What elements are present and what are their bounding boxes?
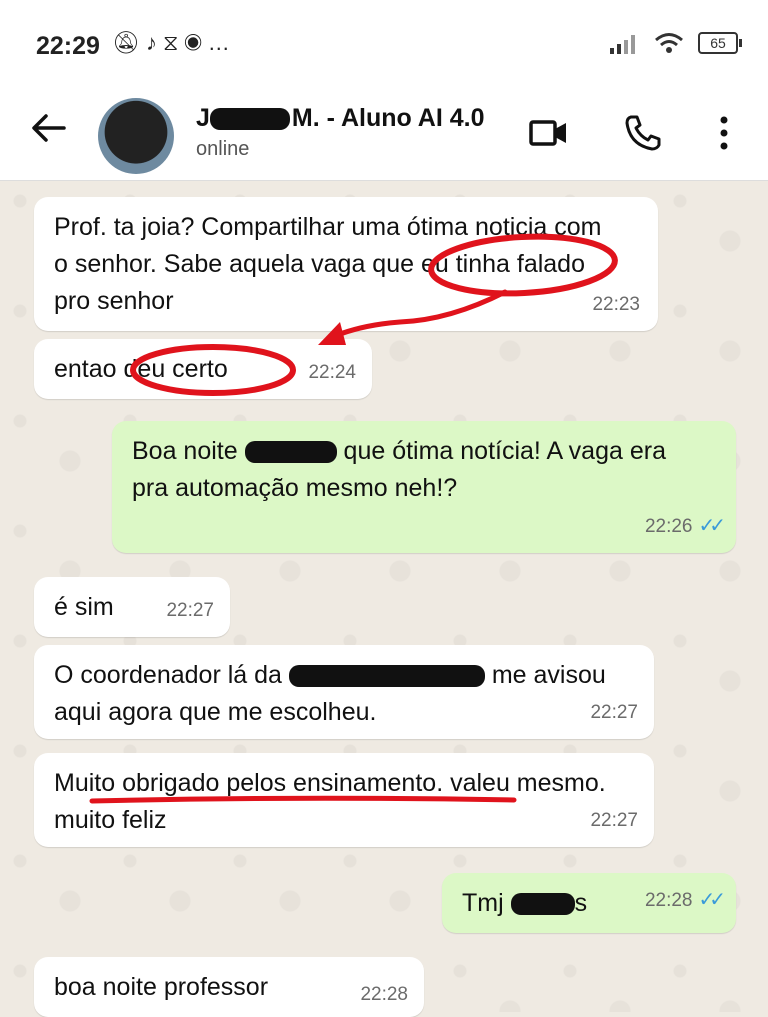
- status-time: 22:29: [36, 32, 100, 60]
- message-text-part: Boa noite: [132, 437, 245, 465]
- contact-name[interactable]: J M. - Aluno AI 4.0: [196, 104, 485, 133]
- voice-call-icon[interactable]: [622, 112, 664, 154]
- message-time: 22:23: [592, 294, 640, 315]
- redaction: [288, 665, 485, 688]
- tiktok-icon: ♪: [145, 30, 163, 55]
- redaction: [510, 893, 575, 916]
- message-text-part: Tmj: [462, 889, 511, 917]
- read-ticks-icon: ✓✓: [698, 889, 725, 911]
- message-outgoing[interactable]: Boa noite que ótima notícia! A vaga era …: [112, 421, 736, 553]
- message-text: boa noite professor: [54, 973, 269, 1001]
- chat-area[interactable]: Prof. ta joia? Compartilhar uma ótima no…: [0, 181, 768, 1017]
- video-call-icon[interactable]: [528, 112, 570, 154]
- message-text: Boa noite que ótima notícia! A vaga era …: [132, 433, 692, 507]
- notification-icons: 🔕︎♪⧖◉…: [112, 30, 236, 56]
- message-time: 22:27: [590, 702, 638, 723]
- more-options-icon[interactable]: [712, 112, 736, 154]
- message-text: Tmj s: [462, 889, 587, 917]
- signal-icon: [610, 35, 635, 54]
- message-text-part: s: [574, 889, 588, 917]
- message-time-text: 22:28: [644, 890, 693, 911]
- record-icon: ◉: [184, 30, 208, 55]
- redaction: [244, 441, 337, 464]
- mute-icon: 🔕︎: [112, 30, 146, 55]
- chat-header: J M. - Aluno AI 4.0 online: [0, 90, 768, 181]
- avatar[interactable]: [98, 98, 174, 174]
- message-incoming[interactable]: O coordenador lá da me avisou aqui agora…: [34, 645, 654, 739]
- message-outgoing[interactable]: Tmj s 22:28 ✓✓: [442, 873, 736, 933]
- read-ticks-icon: ✓✓: [698, 515, 725, 537]
- message-time-text: 22:26: [644, 516, 693, 537]
- contact-name-prefix: J: [196, 104, 210, 132]
- message-time: 22:24: [308, 362, 356, 383]
- status-right: 65: [610, 32, 742, 54]
- message-text: O coordenador lá da me avisou aqui agora…: [54, 657, 624, 731]
- message-time: 22:27: [166, 600, 214, 621]
- status-bar: 22:29 🔕︎♪⧖◉… 65: [0, 0, 768, 90]
- message-text: é sim: [54, 593, 114, 621]
- message-incoming[interactable]: é sim 22:27: [34, 577, 230, 637]
- message-incoming[interactable]: Prof. ta joia? Compartilhar uma ótima no…: [34, 197, 658, 331]
- message-time: 22:27: [590, 810, 638, 831]
- message-text: Muito obrigado pelos ensinamento. valeu …: [54, 769, 606, 834]
- more-dots-icon: …: [207, 30, 236, 55]
- redaction: [209, 108, 290, 131]
- message-text: entao deu certo: [54, 355, 228, 383]
- contact-status: online: [196, 138, 250, 160]
- contact-name-text: M. - Aluno AI 4.0: [291, 104, 485, 132]
- message-text-part: O coordenador lá da: [54, 661, 289, 689]
- message-time: 22:26 ✓✓: [644, 508, 726, 545]
- wifi-icon: [655, 33, 683, 53]
- battery-icon: 65: [698, 32, 742, 54]
- back-arrow-icon[interactable]: [28, 108, 68, 148]
- message-time: 22:28: [360, 984, 408, 1005]
- capcut-icon: ⧖: [162, 30, 185, 55]
- message-incoming[interactable]: Muito obrigado pelos ensinamento. valeu …: [34, 753, 654, 847]
- message-time: 22:28 ✓✓: [644, 882, 726, 919]
- message-incoming[interactable]: boa noite professor 22:28: [34, 957, 424, 1017]
- message-text: Prof. ta joia? Compartilhar uma ótima no…: [54, 213, 602, 315]
- message-incoming[interactable]: entao deu certo 22:24: [34, 339, 372, 399]
